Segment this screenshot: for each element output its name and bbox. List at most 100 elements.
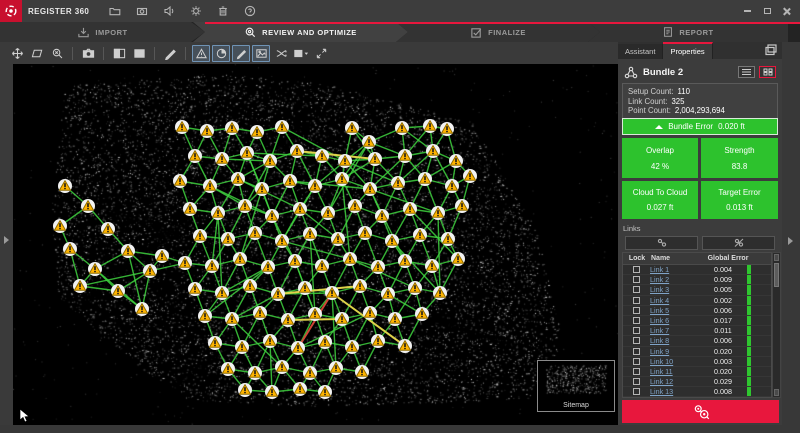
link-name-cell[interactable]: Link 9	[650, 347, 698, 356]
setup-marker[interactable]	[188, 282, 202, 296]
setup-marker[interactable]	[281, 313, 295, 327]
setup-marker[interactable]	[275, 360, 289, 374]
setup-marker[interactable]	[101, 222, 115, 236]
pointcloud-viewport[interactable]: Sitemap	[13, 64, 618, 425]
setup-marker[interactable]	[235, 340, 249, 354]
grid-view-icon[interactable]	[759, 66, 776, 78]
setup-marker[interactable]	[221, 232, 235, 246]
setup-marker[interactable]	[425, 259, 439, 273]
table-row[interactable]: Link 3 0.005	[623, 285, 771, 296]
link-name-cell[interactable]: Link 2	[650, 275, 698, 284]
setup-marker[interactable]	[398, 254, 412, 268]
setup-marker[interactable]	[231, 172, 245, 186]
gear-icon[interactable]	[189, 5, 202, 18]
show-images-tool[interactable]	[252, 44, 270, 62]
table-row[interactable]: Link 1 0.004	[623, 265, 771, 276]
setup-marker[interactable]	[135, 302, 149, 316]
lock-checkbox[interactable]	[633, 327, 640, 335]
setup-marker[interactable]	[121, 244, 135, 258]
setup-marker[interactable]	[275, 120, 289, 134]
setup-marker[interactable]	[371, 334, 385, 348]
setup-marker[interactable]	[271, 287, 285, 301]
setup-marker[interactable]	[225, 121, 239, 135]
setup-marker[interactable]	[441, 232, 455, 246]
table-row[interactable]: Link 13 0.008	[623, 387, 771, 398]
setup-marker[interactable]	[265, 209, 279, 223]
setup-marker[interactable]	[353, 279, 367, 293]
camera-tool[interactable]	[79, 45, 97, 62]
column-global-error[interactable]: Global Error	[699, 255, 757, 262]
setup-marker[interactable]	[205, 259, 219, 273]
lock-checkbox[interactable]	[633, 378, 640, 386]
setup-marker[interactable]	[248, 226, 262, 240]
cloud-to-cloud-tile[interactable]: Cloud To Cloud 0.027 ft	[622, 181, 698, 219]
tab-review-and-optimize[interactable]: REVIEW AND OPTIMIZE	[193, 22, 408, 42]
setup-marker[interactable]	[335, 312, 349, 326]
setup-marker[interactable]	[463, 169, 477, 183]
setup-marker[interactable]	[288, 254, 302, 268]
zoom-tool[interactable]	[48, 45, 66, 62]
fit-view-tool[interactable]	[28, 45, 46, 62]
setup-marker[interactable]	[321, 206, 335, 220]
table-row[interactable]: Link 11 0.020	[623, 366, 771, 378]
links-table-scrollbar[interactable]	[772, 252, 781, 398]
table-row[interactable]: Link 4 0.002	[623, 295, 771, 306]
setup-marker[interactable]	[173, 174, 187, 188]
setup-marker[interactable]	[375, 209, 389, 223]
setup-marker[interactable]	[329, 361, 343, 375]
table-row[interactable]: Link 9 0.020	[623, 346, 771, 357]
table-row[interactable]: Link 12 0.029	[623, 377, 771, 388]
setup-marker[interactable]	[303, 227, 317, 241]
link-name-cell[interactable]: Link 13	[650, 387, 698, 396]
setup-marker[interactable]	[293, 382, 307, 396]
close-button[interactable]	[782, 7, 792, 16]
setup-marker[interactable]	[315, 259, 329, 273]
lock-checkbox[interactable]	[633, 266, 640, 274]
setup-marker[interactable]	[318, 335, 332, 349]
setup-marker[interactable]	[58, 179, 72, 193]
auto-cloud-tool[interactable]	[272, 45, 290, 62]
setup-marker[interactable]	[221, 362, 235, 376]
strength-tile[interactable]: Strength 83.8	[701, 138, 778, 178]
scrollbar-thumb[interactable]	[774, 263, 779, 287]
setup-marker[interactable]	[431, 206, 445, 220]
setup-marker[interactable]	[440, 122, 454, 136]
pan-tool[interactable]	[8, 45, 26, 62]
link-name-cell[interactable]: Link 3	[650, 285, 698, 294]
setup-marker[interactable]	[415, 307, 429, 321]
setup-marker[interactable]	[261, 260, 275, 274]
setup-marker[interactable]	[248, 366, 262, 380]
show-targets-tool[interactable]	[192, 44, 210, 62]
setup-marker[interactable]	[293, 202, 307, 216]
setup-marker[interactable]	[275, 234, 289, 248]
setup-marker[interactable]	[111, 284, 125, 298]
lock-checkbox[interactable]	[633, 347, 640, 355]
overlap-tile[interactable]: Overlap 42 %	[622, 138, 698, 178]
setup-marker[interactable]	[371, 260, 385, 274]
setup-marker[interactable]	[183, 202, 197, 216]
setup-marker[interactable]	[283, 174, 297, 188]
table-row[interactable]: Link 10 0.003	[623, 356, 771, 367]
setup-marker[interactable]	[225, 312, 239, 326]
setup-marker[interactable]	[200, 124, 214, 138]
setup-marker[interactable]	[318, 385, 332, 399]
lock-checkbox[interactable]	[633, 286, 640, 294]
setup-marker[interactable]	[208, 336, 222, 350]
speaker-icon[interactable]	[162, 5, 175, 18]
sitemap-thumbnail[interactable]: Sitemap	[537, 360, 615, 412]
setup-marker[interactable]	[291, 341, 305, 355]
setup-marker[interactable]	[81, 199, 95, 213]
setup-marker[interactable]	[368, 152, 382, 166]
lock-checkbox[interactable]	[633, 367, 640, 375]
setup-marker[interactable]	[265, 385, 279, 399]
link-tool-button[interactable]	[625, 236, 698, 250]
target-error-tile[interactable]: Target Error 0.013 ft	[701, 181, 778, 219]
setup-marker[interactable]	[345, 121, 359, 135]
folder-icon[interactable]	[108, 5, 121, 18]
setup-marker[interactable]	[331, 232, 345, 246]
column-lock[interactable]: Lock	[623, 255, 651, 262]
setup-marker[interactable]	[178, 256, 192, 270]
unlink-tool-button[interactable]	[702, 236, 775, 250]
selection-mode-tool[interactable]	[292, 45, 310, 62]
setup-marker[interactable]	[63, 242, 77, 256]
